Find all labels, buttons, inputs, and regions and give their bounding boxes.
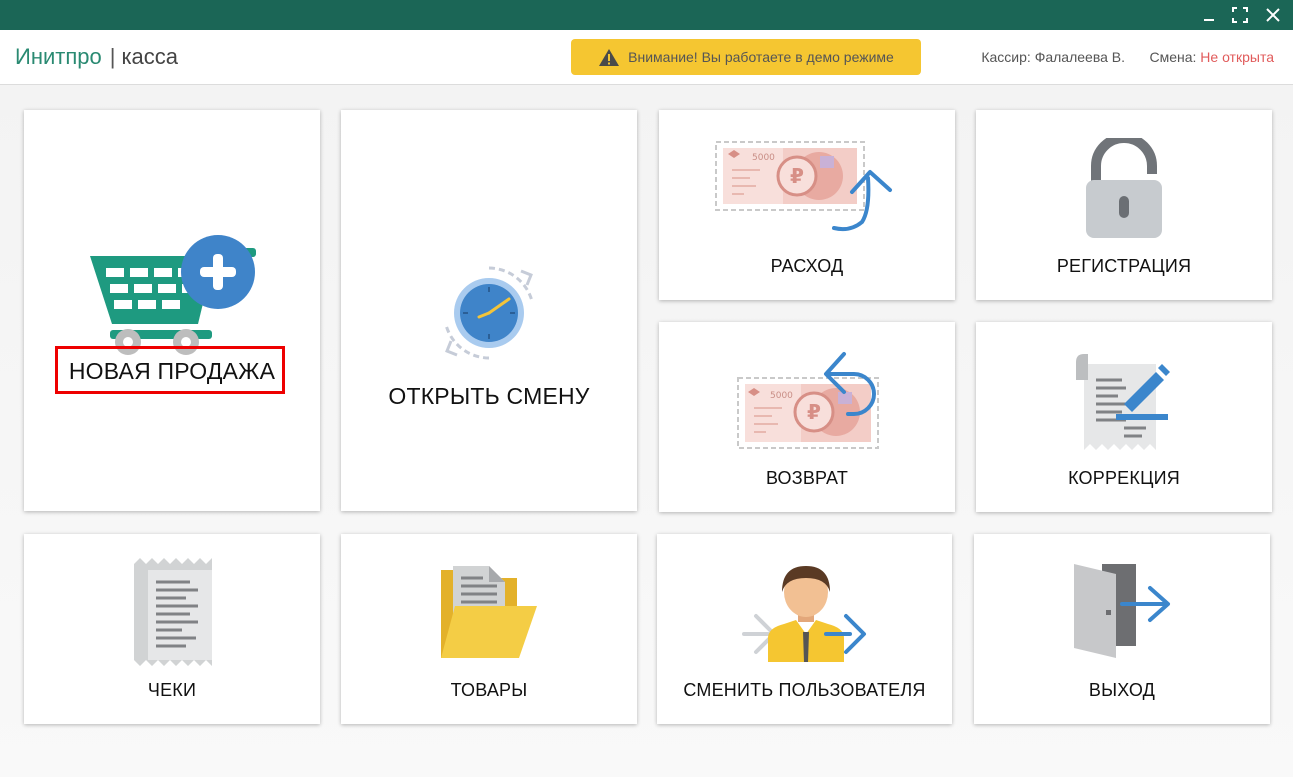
svg-text:₽: ₽ bbox=[807, 400, 821, 424]
correction-button[interactable]: КОРРЕКЦИЯ bbox=[976, 322, 1272, 512]
switch-user-button[interactable]: СМЕНИТЬ ПОЛЬЗОВАТЕЛЯ bbox=[657, 534, 952, 724]
new-sale-button[interactable]: НОВАЯ ПРОДАЖА bbox=[24, 110, 320, 511]
brand-separator: | bbox=[109, 44, 116, 69]
banknote-arrow-up-icon: ₽ 5000 bbox=[715, 141, 892, 232]
correction-label: КОРРЕКЦИЯ bbox=[1068, 468, 1180, 488]
brand-name: Инитпро bbox=[15, 44, 102, 69]
cashier-name: Фалалеева В. bbox=[1034, 49, 1125, 65]
selection-highlight bbox=[55, 346, 285, 394]
receipts-label: ЧЕКИ bbox=[147, 680, 197, 700]
receipt-icon bbox=[134, 558, 212, 666]
exit-label: ВЫХОД bbox=[1088, 680, 1156, 700]
shift-label: Смена: bbox=[1149, 49, 1197, 65]
refund-label: ВОЗВРАТ bbox=[765, 468, 849, 488]
banknote-arrow-back-icon: ₽ 5000 bbox=[737, 352, 879, 449]
exit-button[interactable]: ВЫХОД bbox=[974, 534, 1270, 724]
registration-label: РЕГИСТРАЦИЯ bbox=[1056, 256, 1192, 276]
shift-info: Смена: Не открыта bbox=[1149, 49, 1274, 65]
main-menu: НОВАЯ ПРОДАЖА ОТКРЫТЬ СМЕНУ ₽ 5000 РАСХО… bbox=[0, 85, 1293, 777]
refund-button[interactable]: ₽ 5000 ВОЗВРАТ bbox=[659, 322, 955, 512]
shift-status: Не открыта bbox=[1200, 49, 1274, 65]
folder-documents-icon bbox=[441, 566, 537, 658]
close-icon[interactable] bbox=[1264, 6, 1282, 24]
brand-product: касса bbox=[121, 44, 179, 69]
padlock-icon bbox=[1086, 138, 1162, 238]
app-header: Инитпро | касса Внимание! Вы работаете в д… bbox=[0, 30, 1293, 85]
maximize-icon[interactable] bbox=[1231, 6, 1249, 24]
expense-button[interactable]: ₽ 5000 РАСХОД bbox=[659, 110, 955, 300]
clock-refresh-icon bbox=[444, 266, 534, 360]
shopping-cart-plus-icon bbox=[90, 235, 256, 355]
minimize-icon[interactable] bbox=[1200, 6, 1218, 24]
window-titlebar bbox=[0, 0, 1293, 30]
goods-label: ТОВАРЫ bbox=[450, 680, 528, 700]
expense-label: РАСХОД bbox=[770, 256, 844, 276]
document-edit-icon bbox=[1076, 354, 1170, 450]
banknote-denomination: 5000 bbox=[752, 153, 775, 163]
cashier-info: Кассир: Фалалеева В. bbox=[981, 49, 1125, 65]
registration-button[interactable]: РЕГИСТРАЦИЯ bbox=[976, 110, 1272, 300]
user-switch-icon bbox=[742, 566, 866, 662]
demo-mode-banner: Внимание! Вы работаете в демо режиме bbox=[571, 39, 921, 75]
goods-button[interactable]: ТОВАРЫ bbox=[341, 534, 637, 724]
open-shift-button[interactable]: ОТКРЫТЬ СМЕНУ bbox=[341, 110, 637, 511]
demo-mode-text: Внимание! Вы работаете в демо режиме bbox=[628, 49, 894, 65]
open-shift-label: ОТКРЫТЬ СМЕНУ bbox=[388, 383, 590, 409]
receipts-button[interactable]: ЧЕКИ bbox=[24, 534, 320, 724]
svg-text:₽: ₽ bbox=[790, 164, 804, 188]
exit-door-icon bbox=[1074, 564, 1170, 658]
brand-logo: Инитпро | касса bbox=[15, 44, 178, 70]
banknote-denomination: 5000 bbox=[770, 391, 793, 401]
switch-user-label: СМЕНИТЬ ПОЛЬЗОВАТЕЛЯ bbox=[683, 680, 926, 700]
warning-icon bbox=[598, 48, 620, 67]
cashier-label: Кассир: bbox=[981, 49, 1031, 65]
